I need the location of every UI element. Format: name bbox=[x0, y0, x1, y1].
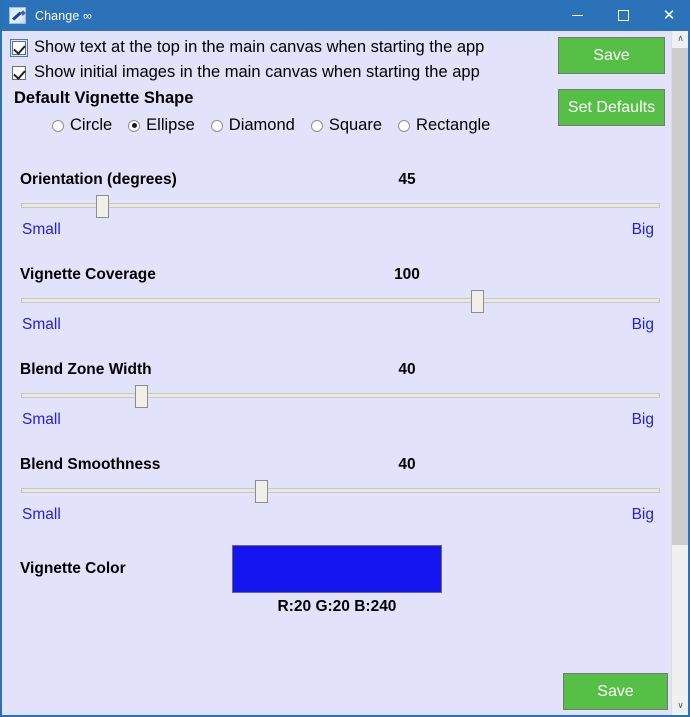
slider-vignette-coverage-max-label: Big bbox=[631, 316, 654, 333]
slider-blend-smoothness-track[interactable] bbox=[21, 488, 660, 493]
settings-window: Change ∞ ✕ Show text at the top in the m… bbox=[0, 0, 690, 717]
radio-option-ellipse[interactable]: Ellipse bbox=[128, 116, 195, 135]
radio-ellipse-label: Ellipse bbox=[146, 116, 195, 134]
slider-blend-smoothness-value: 40 bbox=[398, 456, 416, 473]
radio-option-rectangle[interactable]: Rectangle bbox=[398, 116, 490, 135]
checkbox-row-show-text[interactable]: Show text at the top in the main canvas … bbox=[10, 38, 485, 57]
vignette-color-swatch[interactable] bbox=[232, 545, 442, 593]
slider-blend-zone-width-title: Blend Zone Width bbox=[20, 361, 152, 378]
vignette-shape-radio-group: Circle Ellipse Diamond Square Rectangle bbox=[52, 116, 506, 135]
slider-blend-zone-width-value: 40 bbox=[398, 361, 416, 378]
client-area: Show text at the top in the main canvas … bbox=[2, 31, 688, 715]
slider-blend-zone-width-max-label: Big bbox=[631, 411, 654, 428]
radio-ellipse[interactable] bbox=[128, 119, 141, 132]
slider-vignette-coverage-track[interactable] bbox=[21, 298, 660, 303]
slider-orientation-value: 45 bbox=[398, 171, 416, 188]
save-button-top[interactable]: Save bbox=[558, 37, 665, 74]
scroll-down-icon[interactable]: ∨ bbox=[672, 698, 688, 715]
slider-vignette-coverage-title: Vignette Coverage bbox=[20, 266, 156, 283]
slider-orientation-min-label: Small bbox=[22, 221, 61, 238]
scrollbar-thumb[interactable] bbox=[672, 48, 688, 545]
radio-circle[interactable] bbox=[52, 119, 64, 132]
slider-orientation-max-label: Big bbox=[631, 221, 654, 238]
slider-blend-zone-width-min-label: Small bbox=[22, 411, 61, 428]
slider-orientation-thumb[interactable] bbox=[95, 195, 109, 218]
scroll-up-icon[interactable]: ∧ bbox=[672, 31, 688, 48]
vertical-scrollbar[interactable]: ∧ ∨ bbox=[671, 31, 688, 715]
radio-rectangle[interactable] bbox=[398, 119, 411, 132]
slider-blend-zone-width-thumb[interactable] bbox=[135, 385, 149, 408]
maximize-icon bbox=[617, 10, 629, 21]
radio-option-circle[interactable]: Circle bbox=[52, 116, 112, 135]
minimize-button[interactable] bbox=[554, 0, 600, 31]
slider-blend-smoothness-thumb[interactable] bbox=[255, 480, 269, 503]
slider-blend-smoothness-max-label: Big bbox=[631, 506, 654, 523]
radio-square[interactable] bbox=[310, 119, 323, 132]
radio-rectangle-label: Rectangle bbox=[416, 116, 491, 134]
window-title: Change ∞ bbox=[35, 8, 92, 23]
set-defaults-button[interactable]: Set Defaults bbox=[558, 89, 665, 126]
checkbox-show-initial-images-label: Show initial images in the main canvas w… bbox=[34, 63, 480, 81]
checkbox-show-initial-images[interactable] bbox=[12, 65, 26, 80]
close-icon: ✕ bbox=[662, 6, 676, 24]
close-button[interactable]: ✕ bbox=[646, 0, 688, 31]
save-button-bottom[interactable]: Save bbox=[563, 673, 668, 710]
vignette-color-label: Vignette Color bbox=[20, 560, 126, 577]
default-vignette-shape-heading: Default Vignette Shape bbox=[14, 89, 194, 107]
radio-option-square[interactable]: Square bbox=[310, 116, 383, 135]
checkbox-row-show-initial-images[interactable]: Show initial images in the main canvas w… bbox=[12, 63, 480, 82]
slider-vignette-coverage-thumb[interactable] bbox=[470, 290, 484, 313]
radio-diamond-label: Diamond bbox=[228, 116, 295, 134]
radio-diamond[interactable] bbox=[210, 119, 223, 132]
slider-blend-smoothness-title: Blend Smoothness bbox=[20, 456, 161, 473]
slider-orientation-track[interactable] bbox=[21, 203, 660, 208]
maximize-button[interactable] bbox=[600, 0, 646, 31]
radio-circle-label: Circle bbox=[70, 116, 113, 134]
radio-square-label: Square bbox=[328, 116, 383, 134]
minimize-icon bbox=[571, 15, 583, 16]
title-bar: Change ∞ ✕ bbox=[2, 0, 688, 31]
vignette-color-rgb-text: R:20 G:20 B:240 bbox=[277, 598, 397, 615]
checkbox-show-text-label: Show text at the top in the main canvas … bbox=[34, 38, 485, 56]
slider-orientation-title: Orientation (degrees) bbox=[20, 171, 177, 188]
slider-blend-zone-width-track[interactable] bbox=[21, 393, 660, 398]
slider-vignette-coverage-value: 100 bbox=[394, 266, 420, 283]
paintbrush-icon bbox=[9, 7, 26, 24]
slider-blend-smoothness-min-label: Small bbox=[22, 506, 61, 523]
checkbox-show-text[interactable] bbox=[10, 38, 28, 57]
radio-option-diamond[interactable]: Diamond bbox=[210, 116, 295, 135]
slider-vignette-coverage-min-label: Small bbox=[22, 316, 61, 333]
